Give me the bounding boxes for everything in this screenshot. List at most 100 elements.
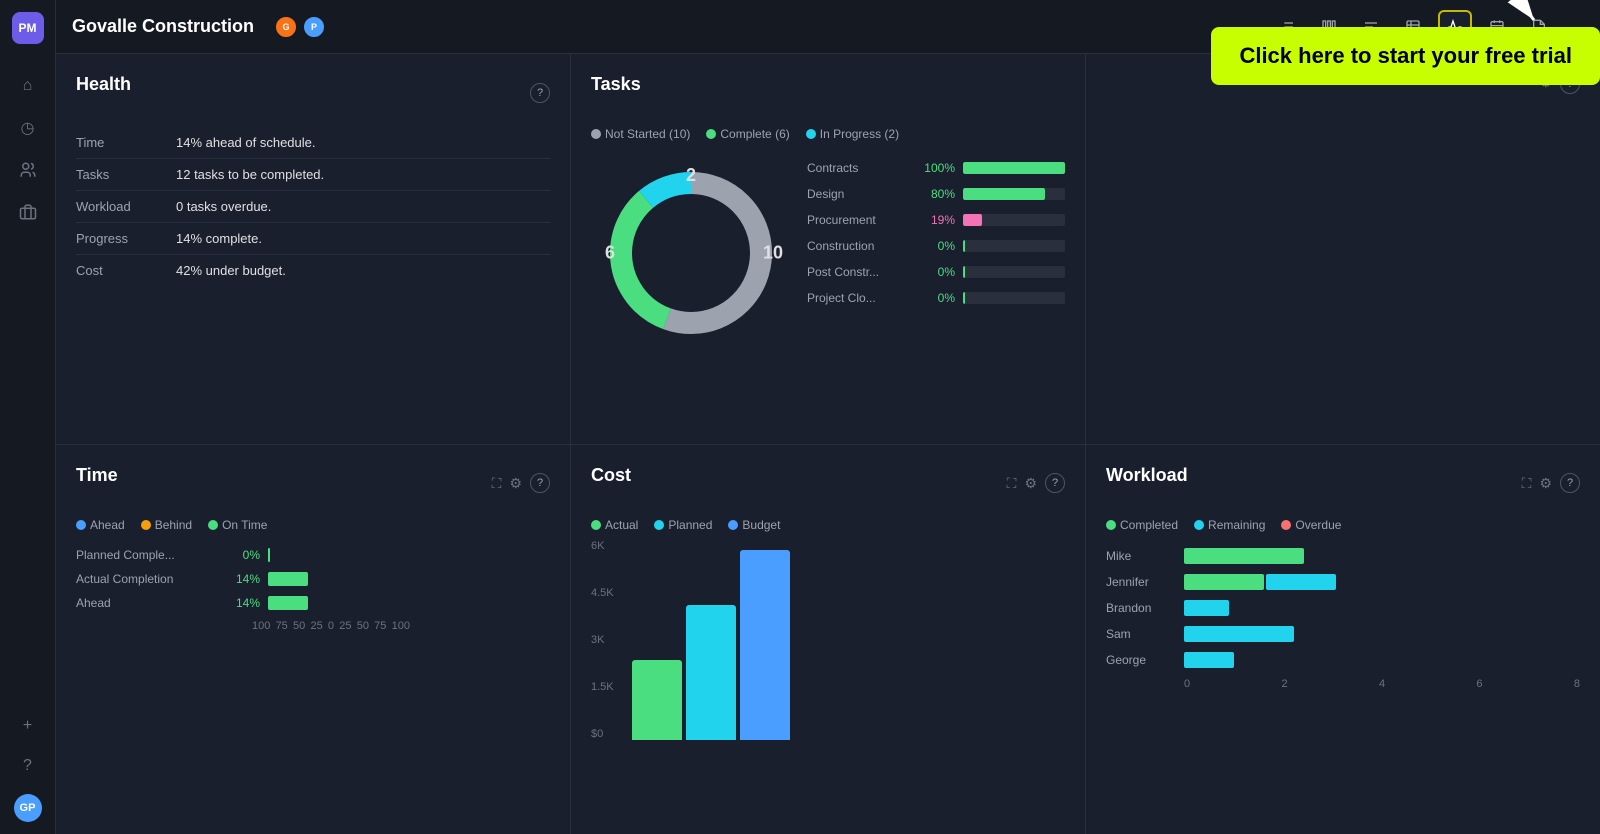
time-actual: Actual Completion 14% — [76, 572, 550, 586]
construction-fill — [963, 240, 965, 252]
health-row-cost: Cost 42% under budget. — [76, 255, 550, 286]
health-row-tasks: Tasks 12 tasks to be completed. — [76, 159, 550, 191]
sidebar-add[interactable]: + — [16, 714, 40, 738]
design-fill — [963, 188, 1045, 200]
time-help[interactable]: ? — [530, 473, 550, 493]
legend-behind: Behind — [141, 518, 192, 532]
workload-help[interactable]: ? — [1560, 473, 1580, 493]
sidebar-help[interactable]: ? — [16, 754, 40, 778]
overdue-dot — [1281, 520, 1291, 530]
cost-chart — [622, 540, 800, 740]
contracts-fill — [963, 162, 1065, 174]
sidebar-item-briefcase[interactable] — [16, 200, 40, 224]
tasks-content: 6 2 10 Contracts 100% Design 80% — [591, 153, 1065, 353]
donut-label-left: 6 — [605, 243, 615, 264]
sidebar-item-home[interactable]: ⌂ — [16, 74, 40, 98]
avatar-g[interactable]: G — [274, 15, 298, 39]
george-remaining — [1184, 652, 1234, 668]
cost-chart-area: 6K 4.5K 3K 1.5K $0 — [591, 540, 1065, 740]
health-row-progress: Progress 14% complete. — [76, 223, 550, 255]
procurement-fill — [963, 214, 982, 226]
workload-panel-icons: ⛶ ⚙ ? — [1522, 473, 1580, 493]
sidebar-item-time[interactable]: ◷ — [16, 116, 40, 140]
legend-complete: Complete (6) — [706, 127, 789, 141]
planned-fill — [268, 548, 270, 562]
workload-brandon: Brandon — [1106, 600, 1580, 616]
sidebar-user-avatar[interactable]: GP — [14, 794, 42, 822]
cost-legend: Actual Planned Budget — [591, 518, 1065, 532]
cost-bars-container — [622, 540, 800, 740]
cost-gear-icon[interactable]: ⚙ — [1024, 475, 1037, 492]
time-expand-icon[interactable]: ⛶ — [492, 475, 502, 492]
dashboard: Health ? Time 14% ahead of schedule. Tas… — [56, 54, 1600, 834]
remaining-dot — [1194, 520, 1204, 530]
planned-dot — [654, 520, 664, 530]
health-help[interactable]: ? — [530, 83, 550, 103]
legend-budget: Budget — [728, 518, 780, 532]
budget-dot — [728, 520, 738, 530]
task-design: Design 80% — [807, 187, 1065, 201]
tasks-legend: Not Started (10) Complete (6) In Progres… — [591, 127, 1065, 141]
post-constr-fill — [963, 266, 965, 278]
project-close-fill — [963, 292, 965, 304]
cost-title: Cost — [591, 465, 631, 486]
jennifer-remaining — [1266, 574, 1336, 590]
page-title: Govalle Construction — [72, 16, 254, 37]
workload-header: Workload ⛶ ⚙ ? — [1106, 465, 1580, 502]
legend-remaining: Remaining — [1194, 518, 1265, 532]
in-progress-dot — [806, 129, 816, 139]
mike-completed — [1184, 548, 1304, 564]
cost-help[interactable]: ? — [1045, 473, 1065, 493]
free-trial-banner[interactable]: Click here to start your free trial — [1211, 27, 1600, 85]
post-constr-track — [963, 266, 1065, 278]
workload-axis: 0 2 4 6 8 — [1106, 678, 1580, 690]
workload-gear-icon[interactable]: ⚙ — [1539, 475, 1552, 492]
workload-legend: Completed Remaining Overdue — [1106, 518, 1580, 532]
actual-bar — [268, 572, 550, 586]
brandon-bars — [1184, 600, 1580, 616]
cost-y-axis: 6K 4.5K 3K 1.5K $0 — [591, 540, 614, 740]
cost-bar-planned — [686, 605, 736, 740]
cost-panel: Cost ⛶ ⚙ ? Actual Planned Budg — [571, 445, 1085, 834]
sam-bars — [1184, 626, 1580, 642]
workload-title: Workload — [1106, 465, 1188, 486]
task-construction: Construction 0% — [807, 239, 1065, 253]
tasks-progress-bars: Contracts 100% Design 80% — [807, 153, 1065, 353]
time-gear-icon[interactable]: ⚙ — [509, 475, 522, 492]
tasks-donut: 6 2 10 — [591, 153, 791, 353]
main-content: Govalle Construction G P — [56, 0, 1600, 834]
project-avatars: G P — [274, 15, 326, 39]
legend-completed: Completed — [1106, 518, 1178, 532]
construction-track — [963, 240, 1065, 252]
time-panel: Time ⛶ ⚙ ? Ahead Behind On Tim — [56, 445, 570, 834]
time-header: Time ⛶ ⚙ ? — [76, 465, 550, 502]
avatar-p[interactable]: P — [302, 15, 326, 39]
cost-panel-icons: ⛶ ⚙ ? — [1007, 473, 1065, 493]
actual-fill — [268, 572, 308, 586]
legend-in-progress: In Progress (2) — [806, 127, 899, 141]
time-planned: Planned Comple... 0% — [76, 548, 550, 562]
workload-jennifer: Jennifer — [1106, 574, 1580, 590]
sidebar-item-people[interactable] — [16, 158, 40, 182]
not-started-dot — [591, 129, 601, 139]
brandon-remaining — [1184, 600, 1229, 616]
topbar: Govalle Construction G P — [56, 0, 1600, 54]
workload-expand-icon[interactable]: ⛶ — [1522, 475, 1532, 492]
sam-remaining — [1184, 626, 1294, 642]
project-close-track — [963, 292, 1065, 304]
app-logo[interactable]: PM — [12, 12, 44, 44]
actual-dot — [591, 520, 601, 530]
tasks-settings-panel: ⚙ ? — [1086, 54, 1600, 444]
design-track — [963, 188, 1065, 200]
tasks-header: Tasks — [591, 74, 1065, 111]
time-axis: 100 75 50 25 0 25 50 75 100 — [76, 620, 550, 632]
tasks-panel: Tasks Not Started (10) Complete (6) In P… — [571, 54, 1085, 444]
time-title: Time — [76, 465, 118, 486]
legend-not-started: Not Started (10) — [591, 127, 690, 141]
time-ahead: Ahead 14% — [76, 596, 550, 610]
workload-sam: Sam — [1106, 626, 1580, 642]
complete-dot — [706, 129, 716, 139]
legend-on-time: On Time — [208, 518, 267, 532]
health-row-time: Time 14% ahead of schedule. — [76, 127, 550, 159]
cost-expand-icon[interactable]: ⛶ — [1007, 475, 1017, 492]
